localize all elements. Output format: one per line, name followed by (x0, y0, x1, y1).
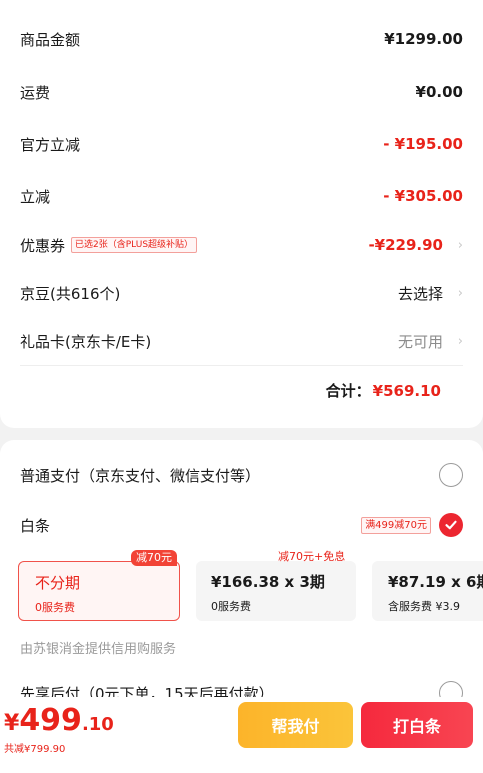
total-label: 合计： (325, 382, 371, 400)
installment-plan-3[interactable]: 减70元+免息 ¥166.38 x 3期 0服务费 (196, 550, 356, 621)
normal-payment-label: 普通支付（京东支付、微信支付等） (20, 466, 261, 485)
plan-discount-badge: 减70元 (131, 550, 177, 566)
official-discount-row: 官方立减 - ¥195.00 (20, 129, 463, 159)
giftcard-status: 无可用 (397, 332, 443, 351)
installment-plan-none[interactable]: 减70元 不分期 0服务费 (18, 550, 180, 621)
official-discount-label: 官方立减 (20, 135, 81, 154)
plan-title: ¥87.19 x 6期 (388, 573, 483, 591)
chevron-right-icon: › (457, 237, 463, 253)
chevron-right-icon: › (457, 285, 463, 301)
credit-provider-note: 由苏银消金提供信用购服务 (20, 642, 177, 657)
giftcard-row[interactable]: 礼品卡(京东卡/E卡) 无可用 › (20, 326, 463, 356)
plan-title: 不分期 (35, 574, 81, 592)
final-price: ¥499.10 (4, 703, 114, 738)
goods-amount-label: 商品金额 (20, 30, 81, 49)
total-value: ¥569.10 (372, 382, 441, 400)
coupon-row[interactable]: 优惠券 已选2张（含PLUS超级补贴） -¥229.90 › (20, 230, 463, 260)
radio-unchecked-icon[interactable] (439, 463, 463, 487)
official-discount-value: - ¥195.00 (383, 135, 463, 153)
giftcard-label: 礼品卡(京东卡/E卡) (20, 332, 152, 351)
baitiao-payment-option[interactable]: 白条 满499减70元 (20, 510, 463, 540)
plan-title: ¥166.38 x 3期 (211, 573, 325, 591)
price-integer: 499 (19, 703, 82, 738)
order-summary-card (0, 0, 483, 428)
goods-amount-row: 商品金额 ¥1299.00 (20, 24, 463, 54)
plan-discount-badge: 减70元+免息 (278, 550, 346, 563)
baitiao-label: 白条 (20, 516, 51, 535)
goods-amount-value: ¥1299.00 (384, 30, 463, 48)
coupon-value: -¥229.90 (368, 236, 443, 254)
radio-checked-icon[interactable] (439, 513, 463, 537)
instant-discount-label: 立减 (20, 187, 51, 206)
jingdou-label: 京豆(共616个) (20, 284, 121, 303)
chevron-right-icon: › (457, 333, 463, 349)
shipping-row: 运费 ¥0.00 (20, 77, 463, 107)
instant-discount-value: - ¥305.00 (383, 187, 463, 205)
baitiao-promo-tag: 满499减70元 (361, 516, 431, 534)
jingdou-select-text: 去选择 (397, 284, 443, 303)
total-line: 合计： ¥569.10 (326, 380, 441, 401)
price-decimal: .10 (81, 714, 114, 735)
plan-fee: 0服务费 (35, 601, 75, 614)
checkout-bar: ¥499.10 共减¥799.90 帮我付 打白条 (0, 697, 483, 773)
currency-symbol: ¥ (4, 711, 20, 736)
coupon-selected-tag: 已选2张（含PLUS超级补贴） (71, 237, 198, 253)
shipping-value: ¥0.00 (415, 83, 463, 101)
jingdou-row[interactable]: 京豆(共616个) 去选择 › (20, 278, 463, 308)
coupon-label: 优惠券 (20, 236, 66, 255)
normal-payment-option[interactable]: 普通支付（京东支付、微信支付等） (20, 460, 463, 490)
shipping-label: 运费 (20, 83, 51, 102)
installment-plan-6[interactable]: ¥87.19 x 6期 含服务费 ¥3.9 (372, 561, 483, 621)
help-pay-button[interactable]: 帮我付 (238, 702, 353, 748)
baitiao-pay-button[interactable]: 打白条 (361, 702, 473, 748)
plan-fee: 含服务费 ¥3.9 (388, 600, 460, 613)
plan-fee: 0服务费 (211, 600, 251, 613)
divider (20, 365, 463, 366)
instant-discount-row: 立减 - ¥305.00 (20, 181, 463, 211)
total-saving: 共减¥799.90 (4, 744, 66, 755)
